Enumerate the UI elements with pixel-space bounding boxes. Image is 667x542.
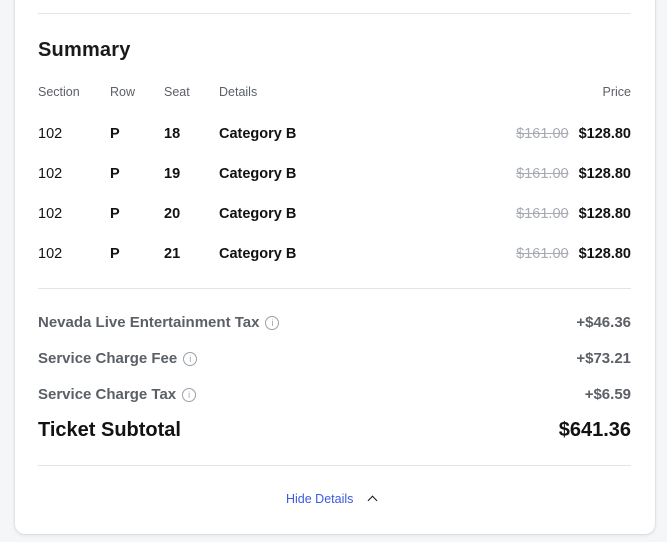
ticket-row: 102 P 20 Category B $161.00 $128.80: [15, 206, 655, 246]
ticket-section: 102: [38, 246, 63, 262]
ticket-seat: 20: [164, 206, 181, 222]
current-price: $128.80: [578, 126, 631, 142]
ticket-seat: 21: [164, 246, 181, 262]
original-price: $161.00: [516, 166, 569, 182]
header-price: Price: [602, 85, 631, 99]
ticket-row: 102 P 21 Category B $161.00 $128.80: [15, 246, 655, 286]
ticket-price: $161.00 $128.80: [516, 126, 631, 142]
info-circle-icon[interactable]: i: [182, 388, 197, 402]
ticket-row-letter: P: [110, 246, 120, 262]
ticket-summary-card: Summary Section Row Seat Details Price 1…: [15, 0, 655, 534]
fee-label: Service Charge Tax: [38, 386, 177, 403]
chevron-up-icon: [367, 495, 378, 506]
subtotal-label: Ticket Subtotal: [38, 419, 181, 441]
fee-row-service-charge-fee: Service Charge Fee i +$73.21: [38, 350, 631, 374]
ticket-section: 102: [38, 206, 63, 222]
ticket-section: 102: [38, 126, 63, 142]
ticket-price: $161.00 $128.80: [516, 166, 631, 182]
ticket-row-letter: P: [110, 166, 120, 182]
info-circle-icon[interactable]: i: [183, 352, 198, 366]
ticket-price: $161.00 $128.80: [516, 206, 631, 222]
summary-title: Summary: [38, 39, 131, 61]
current-price: $128.80: [578, 246, 631, 262]
original-price: $161.00: [516, 206, 569, 222]
fee-row-service-charge-tax: Service Charge Tax i +$6.59: [38, 386, 631, 410]
ticket-seat: 19: [164, 166, 181, 182]
header-section: Section: [38, 85, 80, 99]
ticket-details: Category B: [219, 246, 297, 262]
ticket-seat: 18: [164, 126, 181, 142]
fee-value: +$6.59: [584, 386, 631, 403]
fee-value: +$73.21: [576, 350, 631, 367]
divider: [38, 13, 631, 14]
ticket-subtotal: Ticket Subtotal $641.36: [38, 419, 631, 447]
fee-label: Service Charge Fee: [38, 350, 178, 367]
current-price: $128.80: [578, 166, 631, 182]
fee-label: Nevada Live Entertainment Tax: [38, 314, 260, 331]
divider: [38, 465, 631, 466]
ticket-details: Category B: [219, 126, 297, 142]
header-row: Row: [110, 85, 136, 99]
ticket-row-letter: P: [110, 126, 120, 142]
ticket-row: 102 P 19 Category B $161.00 $128.80: [15, 166, 655, 206]
current-price: $128.80: [578, 206, 631, 222]
header-details: Details: [219, 85, 258, 99]
divider: [38, 288, 631, 289]
fee-value: +$46.36: [576, 314, 631, 331]
info-circle-icon[interactable]: i: [265, 316, 280, 330]
header-seat: Seat: [164, 85, 190, 99]
ticket-details: Category B: [219, 166, 297, 182]
ticket-price: $161.00 $128.80: [516, 246, 631, 262]
hide-details-label: Hide Details: [286, 492, 354, 506]
original-price: $161.00: [516, 246, 569, 262]
ticket-row-letter: P: [110, 206, 120, 222]
fee-row-nevada-tax: Nevada Live Entertainment Tax i +$46.36: [38, 314, 631, 338]
ticket-details: Category B: [219, 206, 297, 222]
original-price: $161.00: [516, 126, 569, 142]
ticket-section: 102: [38, 166, 63, 182]
subtotal-value: $641.36: [558, 419, 631, 441]
ticket-row: 102 P 18 Category B $161.00 $128.80: [15, 126, 655, 166]
hide-details-button[interactable]: Hide Details: [286, 492, 378, 506]
